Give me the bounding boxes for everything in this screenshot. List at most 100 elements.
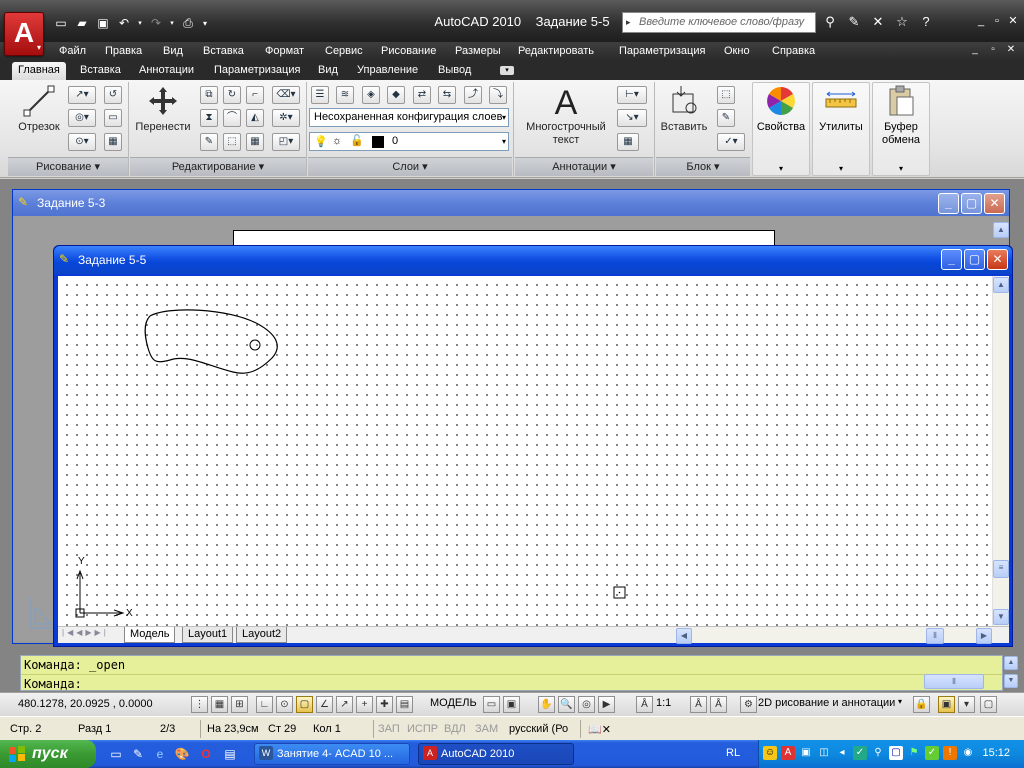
command-prompt[interactable]: Команда: [21, 674, 1002, 692]
trim-icon[interactable]: ⌐ [246, 86, 264, 104]
comm-center-icon[interactable]: ✕ [868, 12, 888, 32]
word-ovr[interactable]: ЗАМ [475, 723, 498, 735]
quick-properties-icon[interactable]: ▤ [396, 696, 413, 713]
layer-iso-icon[interactable]: ◈ [362, 86, 380, 104]
menu-modify[interactable]: Редактировать [518, 43, 594, 59]
drawing-canvas[interactable]: Y X [58, 276, 992, 626]
spelling-check-icon[interactable]: 📖✕ [588, 723, 611, 736]
tray-app-icon[interactable]: ☺ [763, 746, 777, 760]
tray-volume-icon[interactable]: ◂ [835, 746, 849, 760]
layer-state-select[interactable]: Несохраненная конфигурация слоев ▾ [309, 108, 509, 127]
move-button[interactable]: Перенести [132, 84, 194, 134]
help-icon[interactable]: ? [916, 12, 936, 32]
coordinates-readout[interactable]: 480.1278, 20.0925 , 0.0000 [18, 698, 153, 710]
taskbar-clock[interactable]: 15:12 [982, 747, 1010, 759]
steering-wheel-icon[interactable]: ◎ [578, 696, 595, 713]
back-scroll-up-icon[interactable]: ▲ [993, 222, 1009, 238]
line-button[interactable]: Отрезок [14, 84, 64, 134]
workspace-dropdown-icon[interactable]: ▾ [898, 697, 902, 706]
array-icon[interactable]: ▦ [246, 133, 264, 151]
minimize-icon[interactable]: _ [941, 249, 962, 270]
menu-help[interactable]: Справка [772, 43, 815, 59]
mtext-button[interactable]: A Многострочный текст [520, 84, 612, 147]
menu-format[interactable]: Формат [265, 43, 304, 59]
menu-tools[interactable]: Сервис [325, 43, 363, 59]
scale-icon[interactable]: ⬚ [223, 133, 241, 151]
scroll-right-icon[interactable]: ▶ [976, 628, 992, 644]
tray-info-icon[interactable]: ◉ [961, 746, 975, 760]
paint-icon[interactable]: 🎨 [174, 746, 190, 762]
annotation-scale-icon[interactable]: Å [636, 696, 653, 713]
tab-home[interactable]: Главная [12, 62, 66, 80]
properties-panel[interactable]: Свойства ▾ [752, 82, 810, 176]
vertical-scrollbar[interactable]: ▲ ≡ ▼ [992, 276, 1009, 626]
maximize-icon[interactable]: ▢ [964, 249, 985, 270]
infer-constraints-icon[interactable]: ⋮ [191, 696, 208, 713]
menu-draw[interactable]: Рисование [381, 43, 436, 59]
edit-block-icon[interactable]: ✎ [717, 109, 735, 127]
tray-alert-icon[interactable]: ! [943, 746, 957, 760]
back-window-titlebar[interactable]: ✎ Задание 5-3 _ ▢ ✕ [13, 190, 1009, 216]
subscription-icon[interactable]: ✎ [844, 12, 864, 32]
drawing-minimize-icon[interactable]: _ [968, 44, 982, 55]
start-button[interactable]: пуск [0, 740, 96, 768]
tab-view[interactable]: Вид [312, 62, 344, 80]
layer-walk-icon[interactable]: ⤴ [464, 86, 482, 104]
ducs-icon[interactable]: ↗ [336, 696, 353, 713]
workspace-select[interactable]: 2D рисование и аннотации [758, 697, 895, 709]
offset-icon[interactable]: ◰▾ [272, 133, 300, 151]
layer-select[interactable]: 💡 ☼ 🔓 0 ▾ [309, 132, 509, 151]
internet-explorer-icon[interactable]: e [152, 746, 168, 762]
tab-manage[interactable]: Управление [351, 62, 424, 80]
tray-pdf-icon[interactable]: A [781, 746, 795, 760]
layer-states-icon[interactable]: ≋ [336, 86, 354, 104]
menu-dimension[interactable]: Размеры [455, 43, 501, 59]
erase-icon[interactable]: ⌫▾ [272, 86, 300, 104]
hatch-icon[interactable]: ▦ [104, 133, 122, 151]
ribbon-minimize-button[interactable]: ▾ [500, 66, 514, 75]
layer-properties-icon[interactable]: ☰ [311, 86, 329, 104]
close-icon[interactable]: ✕ [987, 249, 1008, 270]
explode-icon[interactable]: ✲▾ [272, 109, 300, 127]
quicklaunch-app-icon[interactable]: ✎ [130, 746, 146, 762]
tray-display-icon[interactable]: ◫ [817, 746, 831, 760]
snap-mode-icon[interactable]: ▦ [211, 696, 228, 713]
copy-icon[interactable]: ⧉ [200, 86, 218, 104]
word-language[interactable]: русский (Ро [509, 723, 568, 735]
rectangle-icon[interactable]: ▭ [104, 109, 122, 127]
cmd-scroll-up-icon[interactable]: ▲ [1004, 656, 1018, 670]
drawing-close-icon[interactable]: ✕ [1004, 44, 1018, 55]
word-ext[interactable]: ВДЛ [444, 723, 466, 735]
dynamic-input-icon[interactable]: + [356, 696, 373, 713]
search-expand-icon[interactable]: ▸ [626, 13, 631, 32]
search-input[interactable]: ▸ Введите ключевое слово/фразу [622, 12, 816, 33]
polyline-icon[interactable]: ↗▾ [68, 86, 96, 104]
modify-panel-footer[interactable]: Редактирование ▾ [130, 157, 306, 176]
cmd-hscroll-thumb[interactable]: ⦀ [924, 674, 984, 689]
tab-parametric[interactable]: Параметризация [208, 62, 306, 80]
word-rec[interactable]: ЗАП [378, 723, 400, 735]
linear-dimension-icon[interactable]: ⊢▾ [617, 86, 647, 104]
ortho-mode-icon[interactable]: ∟ [256, 696, 273, 713]
tab-layout1[interactable]: Layout1 [182, 627, 234, 643]
table-icon[interactable]: ▦ [617, 133, 639, 151]
horizontal-scrollbar[interactable]: ◀ ⦀ ▶ [676, 628, 994, 644]
scroll-left-icon[interactable]: ◀ [676, 628, 692, 644]
drawing-restore-icon[interactable]: ▫ [986, 44, 1000, 55]
task-word-document[interactable]: W Занятие 4- ACAD 10 ... [254, 743, 410, 765]
model-space-toggle[interactable]: МОДЕЛЬ [430, 697, 477, 709]
cmd-scroll-down-icon[interactable]: ▼ [1004, 674, 1018, 688]
minimize-icon[interactable]: _ [974, 14, 988, 28]
tab-insert[interactable]: Вставка [74, 62, 127, 80]
rotate-icon[interactable]: ↻ [223, 86, 241, 104]
opera-icon[interactable]: O [198, 746, 214, 762]
tray-usb-icon[interactable]: ⚲ [871, 746, 885, 760]
layer-merge-icon[interactable]: ⤵ [489, 86, 507, 104]
hardware-accel-icon[interactable]: ▣ [938, 696, 955, 713]
ellipse-icon[interactable]: ⊙▾ [68, 133, 96, 151]
auto-scale-icon[interactable]: Å [710, 696, 727, 713]
annotation-visibility-icon[interactable]: Å [690, 696, 707, 713]
keyboard-language[interactable]: RL [726, 747, 740, 759]
stretch-icon[interactable]: ◭ [246, 109, 264, 127]
tab-nav-arrows-icon[interactable]: |◀◀▶▶| [62, 628, 109, 637]
